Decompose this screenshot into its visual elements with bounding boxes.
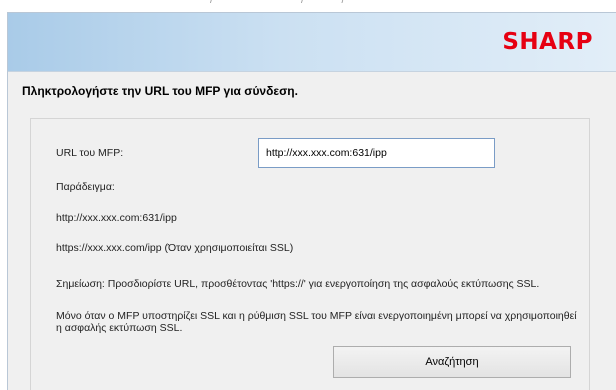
instruction-text: Πληκτρολογήστε την URL του MFP για σύνδε… — [22, 84, 298, 98]
sharp-logo: SHARP — [502, 29, 593, 55]
header-banner: SHARP — [8, 13, 616, 71]
search-button[interactable]: Αναζήτηση — [333, 346, 571, 378]
ssl-note: Μόνο όταν ο MFP υποστηρίζει SSL και η ρύ… — [56, 310, 577, 334]
dialog-window: SHARP Πληκτρολογήστε την URL του MFP για… — [7, 12, 616, 390]
example-https-url: https://xxx.xxx.com/ipp (Όταν χρησιμοποι… — [56, 242, 294, 254]
url-group-box: URL του MFP: Παράδειγμα: http://xxx.xxx.… — [30, 118, 590, 390]
header-separator — [8, 71, 616, 72]
url-input[interactable] — [258, 138, 495, 168]
url-label: URL του MFP: — [56, 147, 124, 159]
title-strip: / / / — [0, 0, 616, 12]
title-remnant: / / / — [210, 0, 347, 6]
https-note: Σημείωση: Προσδιορίστε URL, προσθέτοντας… — [56, 278, 540, 290]
example-http-url: http://xxx.xxx.com:631/ipp — [56, 212, 177, 224]
example-label: Παράδειγμα: — [56, 181, 115, 193]
